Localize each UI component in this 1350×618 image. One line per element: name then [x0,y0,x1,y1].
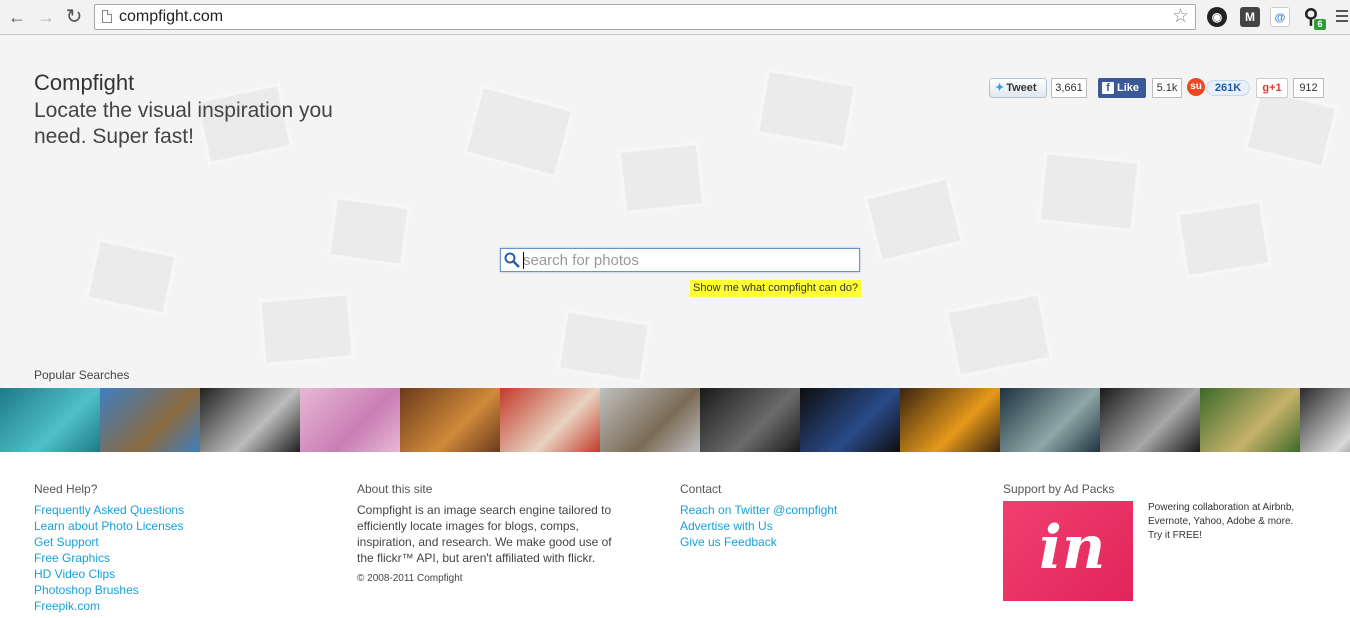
bg-photo [616,140,707,216]
bg-photo [862,175,966,265]
thumb-flower[interactable] [900,388,1000,452]
thumb-swamp-boat[interactable] [1200,388,1300,452]
stumbleupon-icon[interactable]: su [1187,78,1205,96]
like-label: Like [1117,82,1140,94]
get-support-link[interactable]: Get Support [34,534,184,550]
browser-toolbar: ← → ↻ compfight.com ☆ ◉ M @ ⚲ 6 [0,0,1350,35]
bg-photo [462,83,576,180]
thumb-girl-pink-wall[interactable] [300,388,400,452]
bg-photo [944,291,1054,379]
search-box[interactable] [500,248,860,272]
bg-photo [84,237,179,317]
address-bar[interactable]: compfight.com ☆ [94,4,1196,30]
bg-photo [555,308,653,385]
help-heading: Need Help? [34,482,98,496]
advertise-link[interactable]: Advertise with Us [680,518,837,534]
gplus-count: 912 [1293,78,1324,98]
bg-photo [257,291,356,367]
thumb-superman[interactable] [800,388,900,452]
contact-column: Contact Reach on Twitter @compfight Adve… [680,481,837,550]
thumb-ducks[interactable] [600,388,700,452]
text-cursor [523,252,524,269]
tweet-button[interactable]: ✦ Tweet [989,78,1047,98]
demo-link[interactable]: Show me what compfight can do? [690,280,862,297]
search-input[interactable] [523,250,853,270]
browser-menu-icon[interactable] [1336,10,1348,25]
thumb-bw-portrait[interactable] [1100,388,1200,452]
site-title[interactable]: Compfight [34,70,134,96]
support-heading: Support by Ad Packs [1003,482,1115,496]
reload-icon[interactable]: ↻ [63,6,85,28]
bg-photo [754,67,859,151]
thumb-geishas[interactable] [500,388,600,452]
thumb-gadgets[interactable] [700,388,800,452]
site-tagline: Locate the visual inspiration you need. … [34,99,333,148]
twitter-link[interactable]: Reach on Twitter @compfight [680,502,837,518]
help-column: Need Help? Frequently Asked Questions Le… [34,481,184,614]
search-icon [504,252,520,268]
hero-section: Compfight Locate the visual inspiration … [0,35,1350,388]
contact-heading: Contact [680,482,722,496]
freepik-link[interactable]: Freepik.com [34,598,184,614]
free-graphics-link[interactable]: Free Graphics [34,550,184,566]
stumbleupon-count: 261K [1206,80,1250,96]
thumb-tunnel-bw[interactable] [200,388,300,452]
bg-photo [1175,198,1273,280]
thumb-green-face[interactable] [0,388,100,452]
invision-ad-image[interactable]: in [1003,501,1133,601]
invision-logo: in [1039,513,1106,583]
tweet-count: 3,661 [1051,78,1087,98]
footer: Need Help? Frequently Asked Questions Le… [0,452,1350,618]
tweet-label: Tweet [1006,82,1037,94]
thumb-forest-bw[interactable] [1300,388,1350,452]
photoshop-brushes-link[interactable]: Photoshop Brushes [34,582,184,598]
page-icon [102,10,112,23]
bg-photo [1036,150,1142,233]
like-count: 5.1k [1152,78,1182,98]
extension-badge: 6 [1314,19,1326,30]
support-column: Support by Ad Packs in Powering collabor… [1003,481,1323,601]
about-heading: About this site [357,482,433,496]
thumb-pier[interactable] [100,388,200,452]
popular-searches-strip [0,388,1350,452]
gplus-label: +1 [1269,82,1282,94]
hootsuite-owl-icon[interactable]: ◉ [1207,7,1227,27]
about-text: Compfight is an image search engine tail… [357,503,612,565]
url-text[interactable]: compfight.com [119,8,223,26]
facebook-icon: f [1102,82,1114,94]
c-extension-icon[interactable]: @ [1270,7,1290,27]
google-plus-button[interactable]: g+1 [1256,78,1288,98]
about-column: About this site Compfight is an image se… [357,481,627,587]
back-arrow-icon[interactable]: ← [6,6,28,28]
twitter-bird-icon: ✦ [995,82,1005,94]
hd-video-clips-link[interactable]: HD Video Clips [34,566,184,582]
faq-link[interactable]: Frequently Asked Questions [34,502,184,518]
copyright: © 2008-2011 Compfight [357,573,463,584]
ad-text[interactable]: Powering collaboration at Airbnb, Everno… [1148,501,1298,543]
bg-photo [325,194,413,269]
photo-licenses-link[interactable]: Learn about Photo Licenses [34,518,184,534]
facebook-like-button[interactable]: f Like [1098,78,1146,98]
thumb-fly[interactable] [1000,388,1100,452]
forward-arrow-icon[interactable]: → [35,6,57,28]
m-extension-icon[interactable]: M [1240,7,1260,27]
thumb-beagle[interactable] [400,388,500,452]
bg-photo [1243,85,1340,171]
feedback-link[interactable]: Give us Feedback [680,534,837,550]
popular-searches-label: Popular Searches [34,368,130,382]
bookmark-star-icon[interactable]: ☆ [1172,6,1189,28]
